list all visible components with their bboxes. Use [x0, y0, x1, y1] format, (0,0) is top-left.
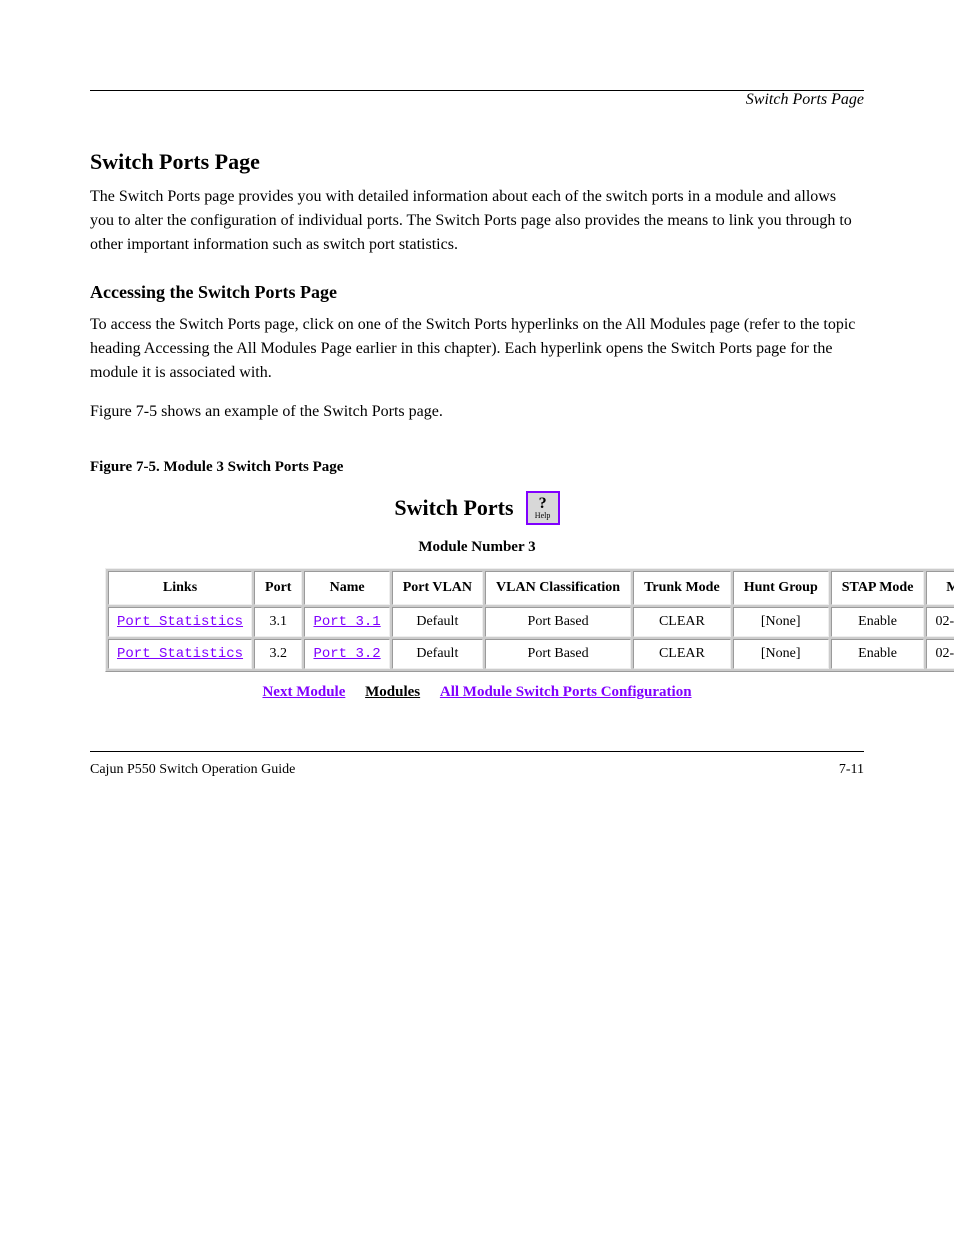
subheading-accessing: Accessing the Switch Ports Page: [90, 282, 864, 303]
running-header: Switch Ports Page: [90, 91, 864, 109]
footer-left: Cajun P550 Switch Operation Guide: [90, 762, 295, 778]
switch-ports-inline-link: Switch Ports: [426, 316, 507, 333]
col-stap-mode: STAP Mode: [831, 571, 925, 605]
page-title: Switch Ports Page: [90, 149, 864, 175]
intro-paragraph: The Switch Ports page provides you with …: [90, 185, 864, 257]
cell-vlan-class: Port Based: [485, 607, 631, 637]
cell-vlan-class: Port Based: [485, 639, 631, 669]
cell-port-vlan: Default: [392, 607, 483, 637]
all-config-link[interactable]: All Module Switch Ports Configuration: [440, 684, 692, 700]
figure-ref-line: Figure 7-5 shows an example of the Switc…: [90, 400, 864, 424]
port-name-link[interactable]: Port 3.2: [313, 646, 380, 662]
col-mac-address: MAC Address: [926, 571, 954, 605]
cell-port: 3.2: [254, 639, 302, 669]
panel-title-row: Switch Ports ? Help: [105, 491, 849, 525]
module-number-label: Module Number 3: [105, 539, 849, 556]
accessing-paragraph: To access the Switch Ports page, click o…: [90, 313, 864, 385]
col-vlan-class: VLAN Classification: [485, 571, 631, 605]
cell-mac: 02-e0-3b-02-41-69: [926, 639, 954, 669]
cell-hunt-group: [None]: [733, 607, 829, 637]
modules-link[interactable]: Modules: [365, 684, 420, 700]
table-header-row: Links Port Name Port VLAN VLAN Classific…: [108, 571, 954, 605]
table-row: Port Statistics 3.2 Port 3.2 Default Por…: [108, 639, 954, 669]
panel-title: Switch Ports: [394, 495, 513, 521]
cell-port-vlan: Default: [392, 639, 483, 669]
cell-trunk-mode: CLEAR: [633, 639, 731, 669]
col-trunk-mode: Trunk Mode: [633, 571, 731, 605]
col-hunt-group: Hunt Group: [733, 571, 829, 605]
cell-hunt-group: [None]: [733, 639, 829, 669]
cell-mac: 02-e0-3b-02-41-68: [926, 607, 954, 637]
col-name: Name: [304, 571, 389, 605]
help-icon: ?: [539, 496, 547, 512]
switch-ports-table: Links Port Name Port VLAN VLAN Classific…: [105, 568, 954, 672]
col-port: Port: [254, 571, 302, 605]
footer-rule: [90, 751, 864, 752]
col-port-vlan: Port VLAN: [392, 571, 483, 605]
help-button[interactable]: ? Help: [526, 491, 560, 525]
help-label: Help: [535, 512, 551, 520]
page-footer: Cajun P550 Switch Operation Guide 7-11: [90, 762, 864, 778]
panel-bottom-links: Next Module Modules All Module Switch Po…: [105, 684, 849, 701]
port-statistics-link[interactable]: Port Statistics: [117, 614, 243, 630]
col-links: Links: [108, 571, 252, 605]
footer-right: 7-11: [839, 762, 864, 778]
cell-trunk-mode: CLEAR: [633, 607, 731, 637]
accessing-text-1: To access the Switch Ports page, click o…: [90, 316, 426, 333]
next-module-link[interactable]: Next Module: [262, 684, 345, 700]
port-statistics-link[interactable]: Port Statistics: [117, 646, 243, 662]
figure-caption: Figure 7-5. Module 3 Switch Ports Page: [90, 459, 864, 476]
table-row: Port Statistics 3.1 Port 3.1 Default Por…: [108, 607, 954, 637]
cell-stap-mode: Enable: [831, 607, 925, 637]
port-name-link[interactable]: Port 3.1: [313, 614, 380, 630]
cell-port: 3.1: [254, 607, 302, 637]
cell-stap-mode: Enable: [831, 639, 925, 669]
switch-ports-panel: Switch Ports ? Help Module Number 3 Link…: [105, 491, 849, 701]
